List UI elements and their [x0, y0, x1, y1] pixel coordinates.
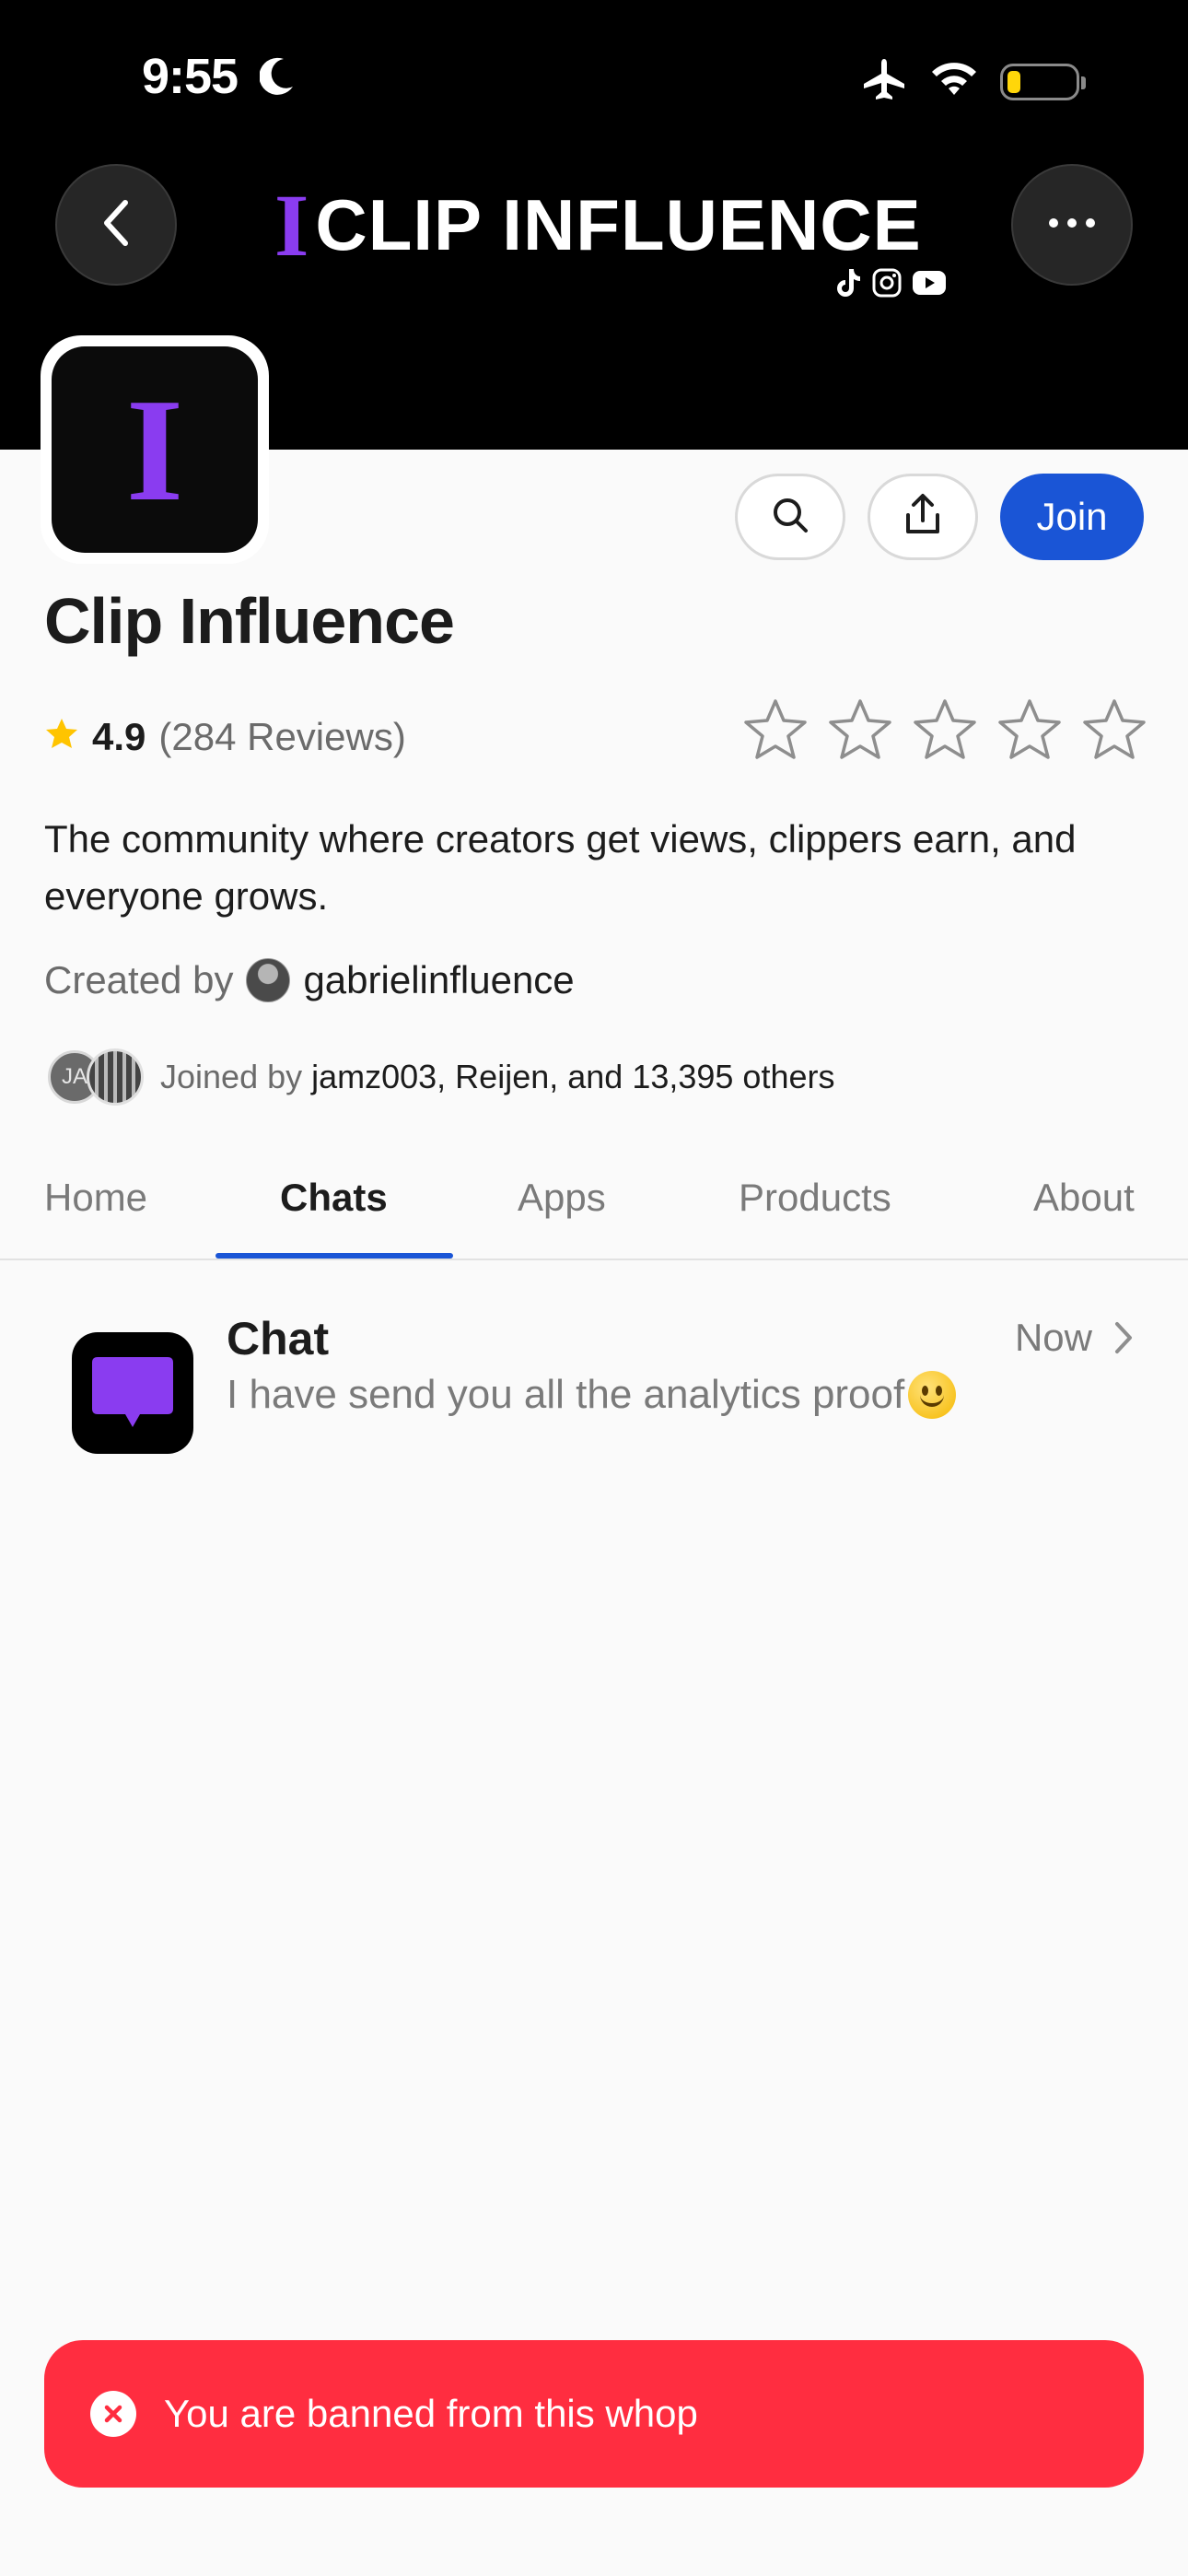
tab-about[interactable]: About: [1033, 1176, 1135, 1220]
star-outline-icon[interactable]: [912, 697, 978, 767]
rating-reviews-count: (284 Reviews): [158, 715, 406, 758]
ellipsis-icon: [1046, 217, 1098, 234]
star-outline-icon[interactable]: [1081, 697, 1147, 767]
star-outline-icon[interactable]: [742, 697, 809, 767]
chat-title: Chat: [227, 1313, 330, 1364]
tab-chats[interactable]: Chats: [280, 1176, 388, 1220]
moon-icon: [259, 55, 297, 100]
share-button[interactable]: [868, 474, 978, 560]
chat-timestamp: Now: [1014, 1316, 1092, 1359]
wifi-icon: [928, 60, 980, 103]
community-name: Clip Influence: [44, 585, 455, 657]
rate-stars: [742, 697, 1147, 767]
joined-by-label: Joined by: [160, 1058, 303, 1095]
share-icon: [903, 493, 943, 542]
status-time: 9:55: [142, 49, 239, 104]
join-button[interactable]: Join: [1000, 474, 1144, 560]
star-outline-icon[interactable]: [827, 697, 893, 767]
chat-preview-text: I have send you all the analytics proof: [227, 1372, 905, 1417]
tab-apps[interactable]: Apps: [518, 1176, 606, 1220]
rating-score: 4.9: [92, 715, 146, 758]
member-avatar: [87, 1048, 144, 1106]
created-by: Created by gabrielinfluence: [44, 958, 575, 1002]
chat-list-item[interactable]: Chat Now I have send you all the analyti…: [0, 1290, 1188, 1474]
more-options-button[interactable]: [1011, 164, 1133, 286]
instagram-icon: [871, 267, 903, 303]
airplane-icon: [860, 57, 908, 106]
tiktok-icon: [834, 267, 862, 303]
toast-message: You are banned from this whop: [164, 2392, 698, 2435]
joined-by: JA Joined by jamz003, Reijen, and 13,395…: [48, 1048, 834, 1106]
error-toast: You are banned from this whop: [44, 2340, 1144, 2488]
avatar[interactable]: [246, 958, 291, 1002]
created-by-label: Created by: [44, 958, 234, 1001]
chevron-left-icon: [98, 197, 134, 253]
star-filled-icon: [44, 715, 79, 759]
chevron-right-icon: [1112, 1319, 1135, 1361]
back-button[interactable]: [55, 164, 177, 286]
joined-by-names[interactable]: jamz003, Reijen, and 13,395 others: [311, 1058, 834, 1096]
community-description: The community where creators get views, …: [44, 817, 1077, 918]
banner-title-prefix: I: [274, 175, 310, 275]
status-bar: 9:55: [0, 0, 1188, 157]
community-logo: I: [41, 335, 269, 564]
search-button[interactable]: [735, 474, 845, 560]
battery-icon: [1000, 63, 1086, 100]
star-outline-icon[interactable]: [996, 697, 1063, 767]
chat-bubble-icon: [72, 1332, 193, 1454]
creator-username[interactable]: gabrielinfluence: [303, 958, 574, 1002]
youtube-icon: [912, 270, 947, 300]
banner-title-text: CLIP INFLUENCE: [315, 183, 922, 265]
active-tab-indicator: [215, 1253, 453, 1259]
banner-title: I CLIP INFLUENCE: [274, 176, 922, 275]
error-x-icon: [90, 2391, 136, 2437]
chat-preview: I have send you all the analytics proof: [227, 1371, 957, 1419]
rating-summary: 4.9 (284 Reviews): [44, 715, 406, 759]
tab-products[interactable]: Products: [739, 1176, 891, 1220]
slightly-smiling-emoji-icon: [908, 1371, 957, 1419]
banner-socials: [834, 267, 947, 303]
tab-bar: Home Chats Apps Products About: [0, 1159, 1188, 1260]
tab-home[interactable]: Home: [44, 1176, 147, 1220]
logo-letter: I: [52, 346, 258, 553]
search-icon: [770, 495, 810, 540]
